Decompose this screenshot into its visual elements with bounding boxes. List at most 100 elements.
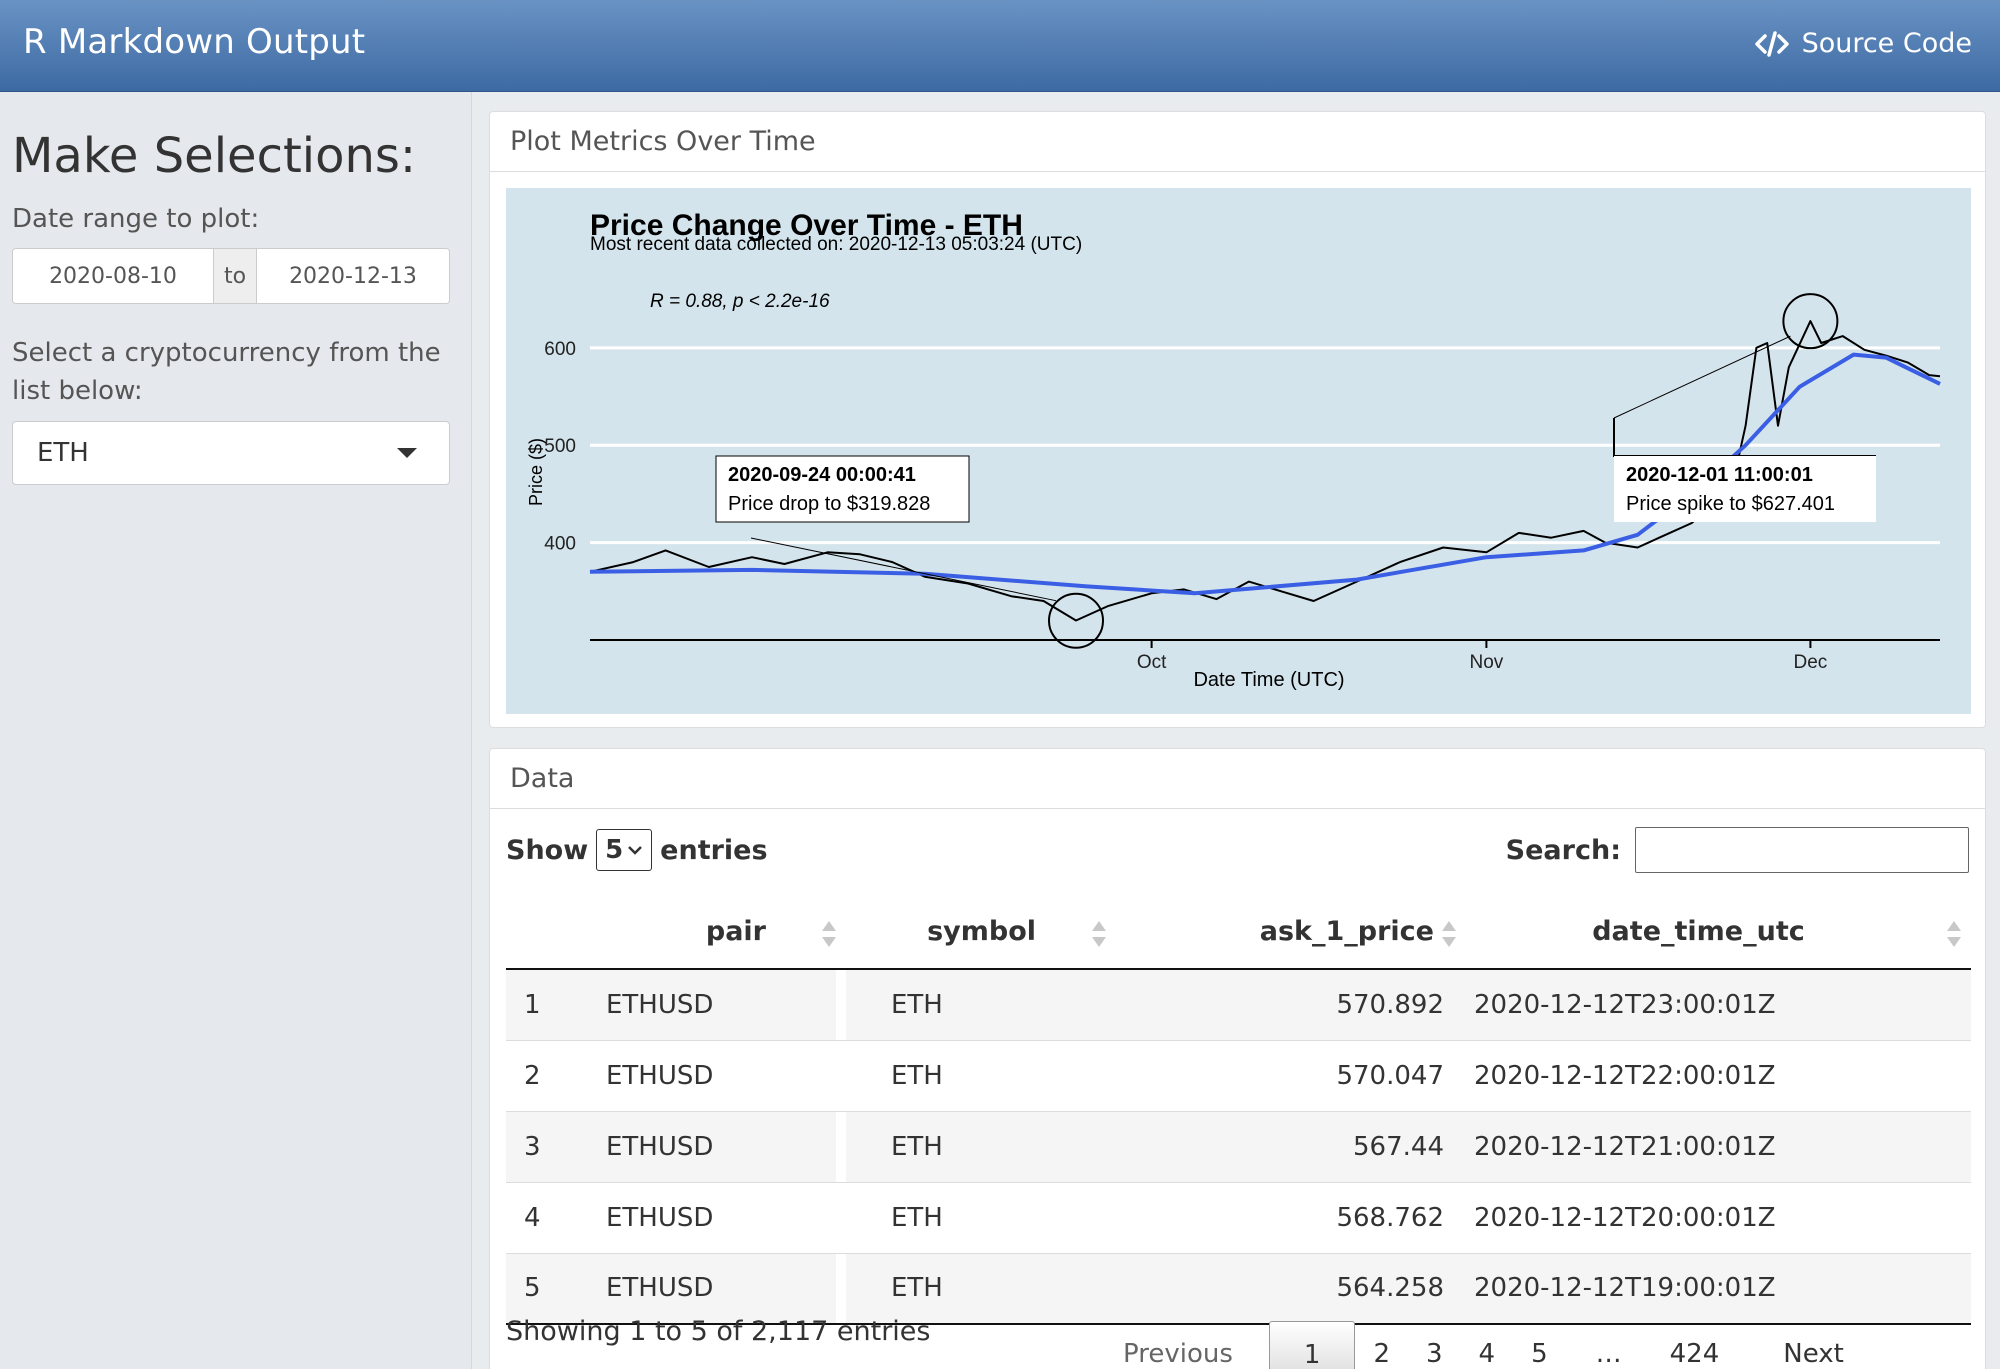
data-panel-title: Data [490,749,1985,809]
col-header-pair[interactable]: pair [616,895,846,970]
sidebar: Make Selections: Date range to plot: to … [0,92,472,1369]
page-button[interactable]: Previous [1105,1321,1269,1369]
plot-panel: Plot Metrics Over Time 400 500 600 Oct Nov De… [489,111,1986,728]
chart-subtitle: Most recent data collected on: 2020-12-1… [590,234,1082,255]
table-row: 3 ETHUSD ETH 567.44 2020-12-12T21:00:01Z [506,1110,1971,1182]
y-tick-label: 400 [544,534,576,555]
date-range-separator: to [213,249,257,303]
date-start-input[interactable] [13,249,213,303]
cell-pair: ETHUSD [606,1039,836,1111]
table-header-row: pair symbol ask_1_price date_time_utc [506,895,1971,970]
x-tick-label: Dec [1794,652,1828,673]
page-button[interactable]: 4 [1461,1321,1514,1369]
col-header-ask-price[interactable]: ask_1_price [1116,895,1466,970]
code-icon [1754,30,1789,57]
cell-symbol: ETH [846,1039,1116,1111]
currency-select[interactable]: ETH [12,421,450,485]
pagination: Previous 1 2 3 4 5 … 424 Next [1105,1321,1862,1369]
col-header-date-time-label: date_time_utc [1592,916,1805,947]
page-button[interactable]: 424 [1652,1321,1738,1369]
col-header-index[interactable] [506,895,616,970]
source-code-button[interactable]: Source Code [1754,28,1972,59]
table-row: 4 ETHUSD ETH 568.762 2020-12-12T20:00:01Z [506,1181,1971,1253]
cell-date-time: 2020-12-12T21:00:01Z [1466,1110,1971,1182]
col-header-pair-label: pair [705,916,766,947]
col-header-symbol[interactable]: symbol [846,895,1116,970]
cell-pair: ETHUSD [606,968,836,1040]
x-tick-label: Nov [1470,652,1504,673]
table-row: 1 ETHUSD ETH 570.892 2020-12-12T23:00:01Z [506,968,1971,1040]
navbar: R Markdown Output Source Code [0,0,2000,92]
data-panel: Data Show 5 entries Search: pair symbol [489,748,1986,1369]
page-button[interactable]: 2 [1355,1321,1408,1369]
y-tick-label: 500 [544,436,576,457]
cell-symbol: ETH [846,1181,1116,1253]
cell-index: 2 [506,1039,616,1111]
show-label: Show [506,834,589,866]
cell-pair: ETHUSD [606,1110,836,1182]
col-header-ask-price-label: ask_1_price [1259,916,1434,947]
cell-pair: ETHUSD [606,1252,836,1325]
page-length-value: 5 [605,835,624,865]
sidebar-heading: Make Selections: [12,128,417,184]
search-input[interactable] [1635,827,1969,873]
table-row: 2 ETHUSD ETH 570.047 2020-12-12T22:00:01Z [506,1039,1971,1111]
cell-index: 3 [506,1110,616,1182]
col-header-date-time[interactable]: date_time_utc [1466,895,1971,970]
sort-icon [1442,921,1456,947]
page-button[interactable]: Next [1737,1321,1862,1369]
cell-ask-price: 568.762 [1116,1181,1466,1253]
table-row: 5 ETHUSD ETH 564.258 2020-12-12T19:00:01Z [506,1252,1971,1325]
page-button[interactable]: 5 [1513,1321,1566,1369]
plot-area: 400 500 600 Oct Nov Dec Price Change Over Time… [506,188,1971,714]
cell-ask-price: 564.258 [1116,1252,1466,1325]
cell-ask-price: 570.047 [1116,1039,1466,1111]
date-end-input[interactable] [257,249,449,303]
date-range-label: Date range to plot: [12,204,260,234]
currency-select-value: ETH [37,438,89,468]
sort-icon [1947,921,1961,947]
annotation-text: Price spike to $627.401 [1626,493,1835,515]
cell-date-time: 2020-12-12T20:00:01Z [1466,1181,1971,1253]
cell-ask-price: 567.44 [1116,1110,1466,1182]
cell-index: 4 [506,1181,616,1253]
cell-date-time: 2020-12-12T23:00:01Z [1466,968,1971,1040]
source-code-label: Source Code [1801,28,1972,59]
page-length-control: Show 5 entries [506,829,768,871]
y-axis-label: Price ($) [526,438,546,506]
col-header-symbol-label: symbol [927,916,1036,947]
cell-symbol: ETH [846,1252,1116,1325]
app-title: R Markdown Output [23,22,366,62]
plot-panel-title: Plot Metrics Over Time [490,112,1985,172]
date-range-input: to [12,248,450,304]
search-control: Search: [1506,827,1969,873]
annotation-title: 2020-12-01 11:00:01 [1626,464,1813,486]
page-button[interactable]: 3 [1408,1321,1461,1369]
page-length-select[interactable]: 5 [596,829,653,871]
cell-index: 1 [506,968,616,1040]
x-tick-label: Oct [1137,652,1167,673]
stat-annotation: R = 0.88, p < 2.2e-16 [650,291,830,312]
cell-index: 5 [506,1252,616,1325]
annotation-title: 2020-09-24 00:00:41 [728,464,916,486]
table-info: Showing 1 to 5 of 2,117 entries [506,1316,931,1347]
annotation-text: Price drop to $319.828 [728,493,930,515]
cell-symbol: ETH [846,968,1116,1040]
cell-date-time: 2020-12-12T22:00:01Z [1466,1039,1971,1111]
page-button: … [1595,1339,1622,1369]
search-label: Search: [1505,834,1621,866]
page-button[interactable]: 1 [1268,1321,1356,1369]
cell-pair: ETHUSD [606,1181,836,1253]
cell-symbol: ETH [846,1110,1116,1182]
cell-date-time: 2020-12-12T19:00:01Z [1466,1252,1971,1325]
chevron-down-icon [628,846,643,855]
entries-label: entries [660,834,768,866]
currency-select-label: Select a cryptocurrency from the list be… [12,338,441,406]
price-chart: 400500600Oct Nov DecPrice Change Over Time… [526,209,1941,691]
y-tick-label: 600 [544,339,576,360]
caret-down-icon [397,448,417,458]
sort-icon [1092,921,1106,947]
data-table: pair symbol ask_1_price date_time_utc 1E… [506,895,1971,1325]
x-axis-label: Date Time (UTC) [1193,669,1344,691]
cell-ask-price: 570.892 [1116,968,1466,1040]
